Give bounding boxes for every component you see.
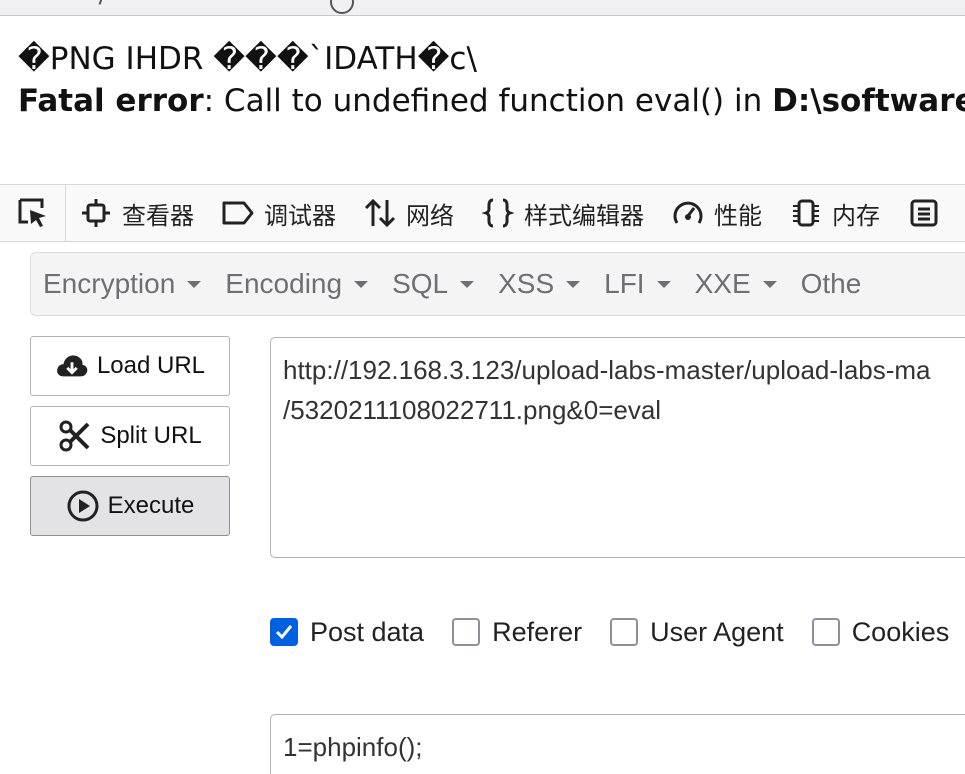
php-output: �PNG IHDR ���`IDATH�c\ Fatal error: Call… <box>18 38 965 122</box>
post-data-textarea[interactable]: 1=phpinfo(); <box>270 714 965 774</box>
cloud-download-icon <box>55 349 89 383</box>
tab-network[interactable]: 网络 <box>350 185 468 241</box>
menu-xss-label: XSS <box>498 268 555 299</box>
network-icon <box>364 197 396 229</box>
url-textarea[interactable]: http://192.168.3.123/upload-labs-master/… <box>270 337 965 558</box>
tab-performance-label: 性能 <box>714 201 762 230</box>
menu-xxe[interactable]: XXE <box>683 253 789 315</box>
menu-other[interactable]: Othe <box>789 253 874 315</box>
tab-debugger[interactable]: 调试器 <box>208 185 350 241</box>
menu-lfi[interactable]: LFI <box>592 253 682 315</box>
scissors-icon <box>58 419 92 453</box>
style-editor-icon <box>482 197 514 229</box>
tab-inspector[interactable]: 查看器 <box>66 185 208 241</box>
load-url-label: Load URL <box>96 352 206 379</box>
referer-label: Referer <box>492 616 583 647</box>
fatal-error-path: D:\software\p <box>772 83 965 119</box>
play-circle-icon <box>66 489 100 523</box>
caret-down-icon <box>762 280 777 288</box>
check-mark-icon <box>94 0 104 5</box>
element-picker-icon <box>18 198 46 227</box>
checkbox-empty-icon <box>811 618 840 646</box>
png-binary-text: �PNG IHDR ���`IDATH�c\ <box>18 41 477 77</box>
caret-down-icon <box>187 280 202 288</box>
hackbar-menu: Encryption Encoding SQL XSS LFI XXE Othe <box>30 252 965 316</box>
tab-network-label: 网络 <box>406 201 454 230</box>
execute-label: Execute <box>107 492 195 519</box>
element-picker-button[interactable] <box>0 185 66 241</box>
fatal-error-line: Fatal error: Call to undefined function … <box>18 80 965 122</box>
fatal-error-message: : Call to undefined function eval() in <box>203 83 773 119</box>
menu-encryption-label: Encryption <box>43 268 176 299</box>
options-row: Post data Referer User Agent Cookies <box>270 610 965 654</box>
menu-lfi-label: LFI <box>604 268 645 299</box>
cookies-checkbox[interactable]: Cookies <box>811 616 950 648</box>
storage-icon <box>908 197 940 229</box>
caret-down-icon <box>566 280 581 288</box>
caret-down-icon <box>656 280 671 288</box>
menu-xss[interactable]: XSS <box>486 253 592 315</box>
tab-style-editor[interactable]: 样式编辑器 <box>468 185 658 241</box>
performance-icon <box>672 197 704 229</box>
caret-down-icon <box>354 280 369 288</box>
split-url-label: Split URL <box>100 422 202 449</box>
tab-memory-label: 内存 <box>832 201 880 230</box>
caret-down-icon <box>460 280 475 288</box>
tab-style-editor-label: 样式编辑器 <box>524 201 644 230</box>
menu-encoding[interactable]: Encoding <box>213 253 380 315</box>
user-agent-checkbox[interactable]: User Agent <box>610 617 784 648</box>
checkbox-checked-icon <box>270 618 298 646</box>
split-url-button[interactable]: Split URL <box>30 406 230 466</box>
cookies-label: Cookies <box>851 616 950 647</box>
checkbox-empty-icon <box>610 618 639 646</box>
menu-sql-label: SQL <box>392 268 449 299</box>
post-data-checkbox[interactable]: Post data <box>270 617 424 648</box>
referer-checkbox[interactable]: Referer <box>452 617 582 648</box>
post-data-label: Post data <box>310 616 425 647</box>
execute-button[interactable]: Execute <box>30 476 230 536</box>
menu-encoding-label: Encoding <box>225 268 343 299</box>
browser-top-strip <box>0 0 965 16</box>
menu-xxe-label: XXE <box>694 268 751 299</box>
tab-storage[interactable] <box>894 185 964 241</box>
debugger-icon <box>222 197 254 229</box>
inspector-icon <box>80 197 112 229</box>
menu-encryption[interactable]: Encryption <box>31 253 213 315</box>
checkbox-empty-icon <box>452 618 481 646</box>
fatal-error-label: Fatal error <box>18 83 204 119</box>
tab-memory[interactable]: 内存 <box>776 185 894 241</box>
tab-performance[interactable]: 性能 <box>658 185 776 241</box>
circle-icon <box>330 0 354 14</box>
tab-inspector-label: 查看器 <box>122 201 194 230</box>
menu-sql[interactable]: SQL <box>380 253 486 315</box>
devtools-toolbar: 查看器 调试器 网络 样式编辑器 性能 内存 <box>0 184 965 242</box>
memory-icon <box>790 197 822 229</box>
load-url-button[interactable]: Load URL <box>30 336 230 396</box>
tab-debugger-label: 调试器 <box>264 201 336 230</box>
menu-other-label: Othe <box>800 268 862 299</box>
user-agent-label: User Agent <box>650 616 784 647</box>
